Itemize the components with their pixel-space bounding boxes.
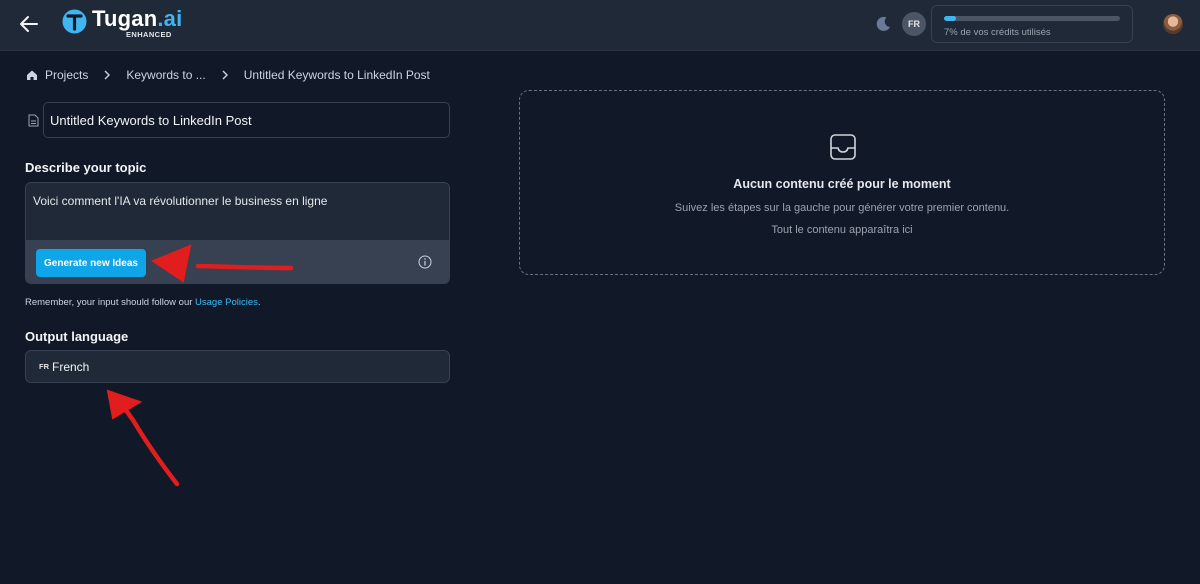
language-value: French: [52, 359, 90, 374]
annotation-arrow-up: [106, 389, 180, 487]
arrow-left-icon[interactable]: [18, 13, 40, 35]
credits-progress-track: [944, 16, 1120, 21]
logo-mark-icon: [62, 9, 87, 34]
annotation-overlay: [106, 244, 294, 487]
credits-text: 7% de vos crédits utilisés: [944, 27, 1051, 38]
chevron-right-icon: [222, 70, 228, 80]
empty-state-title: Aucun contenu créé pour le moment: [733, 177, 951, 191]
language-label: Output language: [25, 329, 129, 344]
policy-note: Remember, your input should follow our U…: [25, 297, 261, 308]
logo-tagline: ENHANCED: [126, 30, 172, 39]
language-code: FR: [39, 362, 49, 371]
topic-footer: Generate new Ideas: [26, 241, 449, 283]
home-icon[interactable]: [26, 69, 38, 81]
empty-state-panel: Aucun contenu créé pour le moment Suivez…: [519, 90, 1165, 275]
topic-label: Describe your topic: [25, 160, 147, 175]
credits-meter: 7% de vos crédits utilisés: [931, 5, 1133, 43]
breadcrumb: Projects Keywords to ... Untitled Keywor…: [26, 67, 430, 83]
logo-name: Tugan.ai: [92, 6, 183, 31]
output-language-select[interactable]: FR French: [25, 350, 450, 383]
document-icon: [28, 114, 39, 127]
topic-card: Voici comment l'IA va révolutionner le b…: [25, 182, 450, 284]
project-title-input[interactable]: Untitled Keywords to LinkedIn Post: [43, 102, 450, 138]
breadcrumb-item-keywords[interactable]: Keywords to ...: [126, 68, 205, 82]
empty-state-line-1: Suivez les étapes sur la gauche pour gén…: [674, 202, 1010, 214]
language-badge[interactable]: FR: [902, 12, 926, 36]
usage-policies-link[interactable]: Usage Policies: [195, 297, 258, 308]
topic-textarea[interactable]: Voici comment l'IA va révolutionner le b…: [26, 183, 449, 241]
breadcrumb-item-projects[interactable]: Projects: [45, 68, 88, 82]
moon-icon[interactable]: [874, 15, 892, 33]
inbox-icon: [830, 134, 856, 160]
info-icon[interactable]: [418, 255, 432, 269]
breadcrumb-item-current: Untitled Keywords to LinkedIn Post: [243, 68, 430, 82]
user-avatar[interactable]: [1163, 14, 1183, 34]
empty-state-line-2: Tout le contenu apparaîtra ici: [771, 224, 913, 236]
top-header: Tugan.ai ENHANCED FR 7% de vos crédits u…: [0, 0, 1200, 51]
chevron-right-icon: [104, 70, 111, 80]
credits-progress-fill: [944, 16, 957, 21]
generate-ideas-button[interactable]: Generate new Ideas: [36, 249, 146, 277]
